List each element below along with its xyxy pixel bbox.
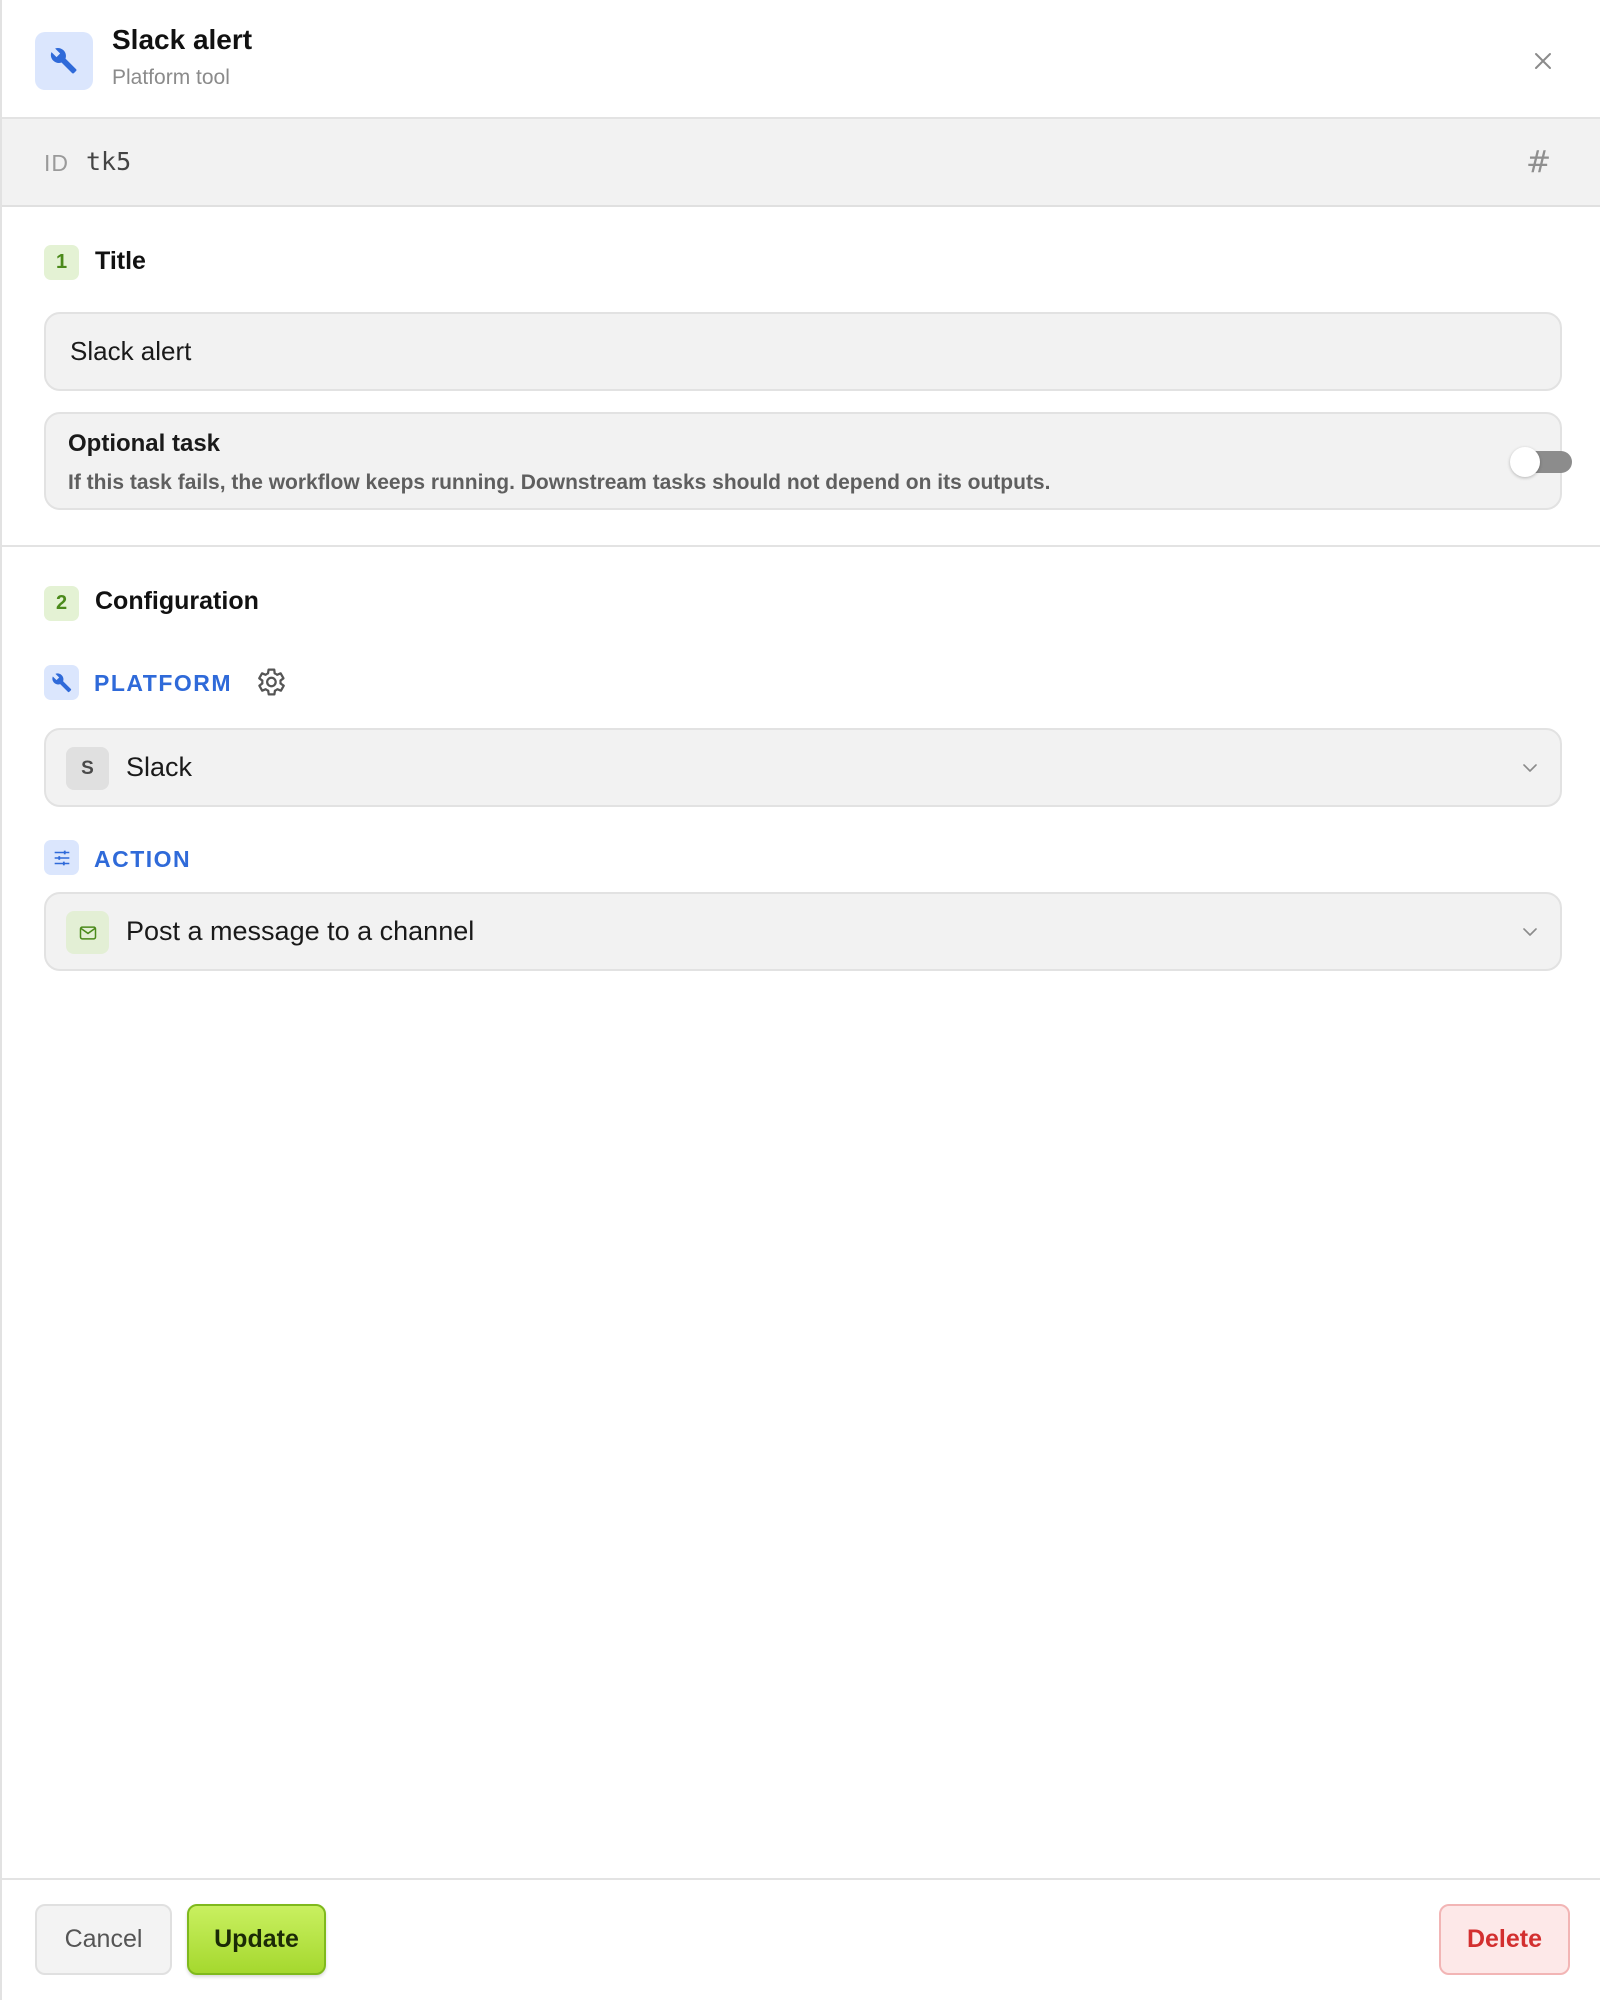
delete-button[interactable]: Delete — [1439, 1904, 1570, 1975]
section-title-configuration: Configuration — [95, 587, 259, 615]
wrench-icon — [35, 32, 93, 90]
section-number-title: 1 — [44, 245, 79, 280]
sliders-icon — [44, 840, 79, 875]
platform-select[interactable]: S Slack — [44, 728, 1562, 807]
close-button[interactable] — [1526, 44, 1560, 78]
action-label: ACTION — [94, 846, 192, 872]
chevron-down-icon — [1523, 764, 1537, 772]
optional-task-description: If this task fails, the workflow keeps r… — [68, 471, 1051, 494]
panel-subtitle: Platform tool — [112, 66, 230, 89]
id-label: ID — [44, 150, 69, 176]
update-button[interactable]: Update — [187, 1904, 326, 1975]
panel-header: Slack alert Platform tool — [2, 0, 1600, 119]
hash-icon[interactable]: # — [1526, 145, 1552, 180]
task-editor-panel: Slack alert Platform tool ID tk5 # 1 Tit… — [0, 0, 1600, 2000]
section-number-configuration: 2 — [44, 586, 79, 621]
section-title-title: Title — [95, 247, 146, 275]
panel-title: Slack alert — [112, 24, 253, 55]
title-input-value: Slack alert — [70, 336, 192, 366]
close-icon — [1535, 53, 1551, 69]
toggle-knob — [1510, 447, 1540, 477]
action-select-value: Post a message to a channel — [126, 916, 475, 946]
platform-label: PLATFORM — [94, 670, 233, 696]
section-divider — [2, 545, 1600, 547]
platform-select-value: Slack — [126, 752, 193, 782]
title-input[interactable]: Slack alert — [44, 312, 1562, 391]
platform-badge: S — [66, 747, 109, 790]
optional-task-title: Optional task — [68, 430, 221, 457]
optional-task-card: Optional task If this task fails, the wo… — [44, 412, 1572, 510]
optional-task-toggle[interactable] — [1510, 447, 1572, 477]
gear-icon[interactable] — [253, 665, 287, 699]
action-select[interactable]: Post a message to a channel — [44, 892, 1562, 971]
mail-icon — [66, 911, 109, 954]
chevron-down-icon — [1523, 928, 1537, 936]
id-value: tk5 — [86, 147, 132, 176]
cancel-button[interactable]: Cancel — [35, 1904, 172, 1975]
id-bar — [2, 119, 1600, 207]
platform-wrench-icon — [44, 665, 79, 700]
